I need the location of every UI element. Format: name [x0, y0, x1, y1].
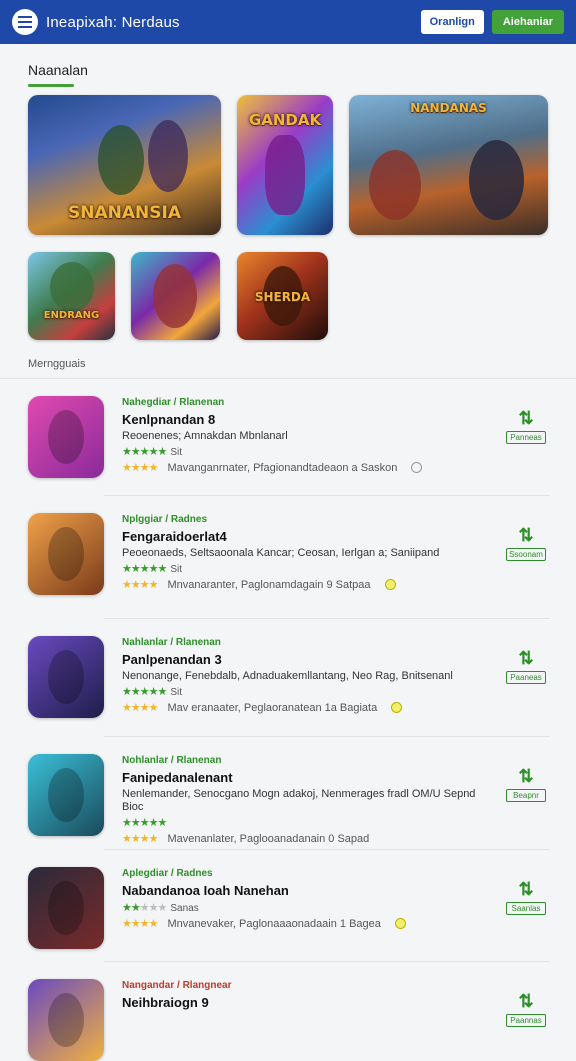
- item-description: Peoeonaeds, Seltsaoonala Kancar; Ceosan,…: [122, 547, 440, 559]
- item-foot-stars: ★★★★: [122, 918, 158, 930]
- app-icon[interactable]: [28, 636, 104, 718]
- item-category: Nahegdiar / Rlanenan: [122, 397, 225, 408]
- download-button[interactable]: Saanlas: [506, 902, 546, 915]
- download-arrow-icon: ⇅: [518, 408, 534, 428]
- item-footer: ★★★★ Mav eranaater, Peglaoranatean 1a Bag…: [122, 701, 403, 714]
- download-control[interactable]: ⇅ Saanlas: [506, 879, 546, 915]
- item-rating-text: Sit: [170, 447, 182, 458]
- featured-tile-4[interactable]: ENDRANG: [28, 252, 115, 340]
- app-icon[interactable]: [28, 513, 104, 595]
- download-control[interactable]: ⇅ Paaneas: [506, 648, 546, 684]
- app-title: Ineapixah: Nerdaus: [46, 13, 180, 31]
- item-title[interactable]: Kenlpnandan 8: [122, 412, 215, 427]
- app-header: Ineapixah: Nerdaus Oranlign Aiehaniar: [0, 0, 576, 44]
- row-separator: [104, 618, 550, 619]
- item-footer-text: Mnvanaranter, Paglonamdagain 9 Satpaa: [167, 578, 371, 591]
- item-title[interactable]: Fengaraidoerlat4: [122, 529, 227, 544]
- item-category: Nangandar / Rlangnear: [122, 980, 232, 991]
- download-control[interactable]: ⇅ Ssoonam: [506, 525, 546, 561]
- featured-tile-2-caption: GANDAK: [248, 111, 322, 129]
- item-title[interactable]: Panlpenandan 3: [122, 652, 222, 667]
- item-rating-stars: ★★★★★ Sit: [122, 446, 182, 458]
- item-rating-text: Sit: [170, 687, 182, 698]
- hamburger-menu-button[interactable]: [12, 9, 38, 35]
- header-primary-button[interactable]: Aiehaniar: [491, 10, 564, 34]
- item-foot-stars: ★★★★: [122, 579, 158, 591]
- item-category: Nahlanlar / Rlanenan: [122, 637, 221, 648]
- item-description: Reoenenes; Amnakdan Mbnlanarl: [122, 430, 288, 442]
- download-button[interactable]: Paannas: [506, 1014, 546, 1027]
- item-footer-text: Mavanganrnater, Pfagionandtadeaon a Sask…: [167, 461, 398, 474]
- featured-heading: Naanalan: [28, 62, 88, 78]
- row-separator: [104, 849, 550, 850]
- row-separator: [104, 961, 550, 962]
- featured-tile-3[interactable]: NANDANAS: [349, 95, 548, 235]
- item-rating-stars: ★★★★★ Sanas: [122, 902, 199, 914]
- item-foot-stars: ★★★★: [122, 833, 158, 845]
- item-rating-stars: ★★★★★ Sit: [122, 686, 182, 698]
- featured-tile-6-caption: SHERDA: [254, 290, 311, 304]
- status-dot-icon: [384, 579, 396, 590]
- item-description: Nenonange, Fenebdalb, Adnaduakemllantang…: [122, 670, 453, 682]
- featured-tile-6[interactable]: SHERDA: [237, 252, 328, 340]
- item-footer: ★★★★ Mavanganrnater, Pfagionandtadeaon a …: [122, 461, 423, 474]
- featured-tile-1[interactable]: SNANANSIA: [28, 95, 221, 235]
- app-icon[interactable]: [28, 867, 104, 949]
- download-control[interactable]: ⇅ Beapnr: [506, 766, 546, 802]
- item-footer-text: Mav eranaater, Peglaoranatean 1a Bagiata: [167, 701, 378, 714]
- item-title[interactable]: Fanipedanalenant: [122, 770, 233, 785]
- menu-icon: [18, 16, 32, 28]
- featured-tile-4-caption: ENDRANG: [43, 310, 100, 321]
- download-arrow-icon: ⇅: [518, 648, 534, 668]
- item-footer: ★★★★ Mnvanaranter, Paglonamdagain 9 Satpa…: [122, 578, 396, 591]
- app-icon[interactable]: [28, 979, 104, 1061]
- item-rating-text: Sit: [170, 564, 182, 575]
- download-arrow-icon: ⇅: [518, 766, 534, 786]
- item-description: Nenlemander, Senocgano Mogn adakoj, Nenm…: [122, 788, 476, 813]
- download-control[interactable]: ⇅ Paannas: [506, 991, 546, 1027]
- status-dot-icon: [391, 702, 403, 713]
- status-dot-icon: [394, 918, 406, 929]
- featured-underline: [28, 84, 74, 87]
- item-footer-text: Mavenanlater, Paglooanadanain 0 Sapad: [167, 832, 370, 845]
- list-section-heading: Merngguais: [28, 358, 86, 370]
- featured-tile-1-caption: SNANANSIA: [68, 203, 181, 223]
- item-footer: ★★★★ Mavenanlater, Paglooanadanain 0 Sapa…: [122, 832, 370, 846]
- item-category: Aplegdiar / Radnes: [122, 868, 213, 879]
- featured-tile-2[interactable]: GANDAK: [237, 95, 333, 235]
- featured-tile-5[interactable]: [131, 252, 220, 340]
- download-button[interactable]: Beapnr: [506, 789, 546, 802]
- download-button[interactable]: Panneas: [506, 431, 546, 444]
- item-rating-stars: ★★★★★: [122, 817, 167, 829]
- item-foot-stars: ★★★★: [122, 462, 158, 474]
- item-footer-text: Mnvanevaker, Paglonaaaonadaain 1 Bagea: [167, 917, 381, 930]
- item-footer: ★★★★ Mnvanevaker, Paglonaaaonadaain 1 Bag…: [122, 917, 406, 930]
- row-separator: [104, 736, 550, 737]
- row-separator: [104, 495, 550, 496]
- download-arrow-icon: ⇅: [518, 525, 534, 545]
- item-rating-stars: ★★★★★ Sit: [122, 563, 182, 575]
- download-button[interactable]: Paaneas: [506, 671, 546, 684]
- item-title[interactable]: Nabandanoa Ioah Nanehan: [122, 883, 289, 898]
- app-icon[interactable]: [28, 396, 104, 478]
- download-button[interactable]: Ssoonam: [506, 548, 546, 561]
- status-dot-icon: [411, 462, 423, 473]
- app-icon[interactable]: [28, 754, 104, 836]
- item-title[interactable]: Neihbraiogn 9: [122, 995, 209, 1010]
- download-control[interactable]: ⇅ Panneas: [506, 408, 546, 444]
- item-category: Nplggiar / Radnes: [122, 514, 208, 525]
- download-arrow-icon: ⇅: [518, 991, 534, 1011]
- featured-tile-3-caption: NANDANAS: [410, 101, 487, 115]
- item-rating-text: Sanas: [170, 903, 199, 914]
- item-foot-stars: ★★★★: [122, 702, 158, 714]
- header-secondary-button[interactable]: Oranlign: [420, 10, 484, 34]
- section-divider: [0, 378, 576, 379]
- item-category: Nohlanlar / Rlanenan: [122, 755, 222, 766]
- download-arrow-icon: ⇅: [518, 879, 534, 899]
